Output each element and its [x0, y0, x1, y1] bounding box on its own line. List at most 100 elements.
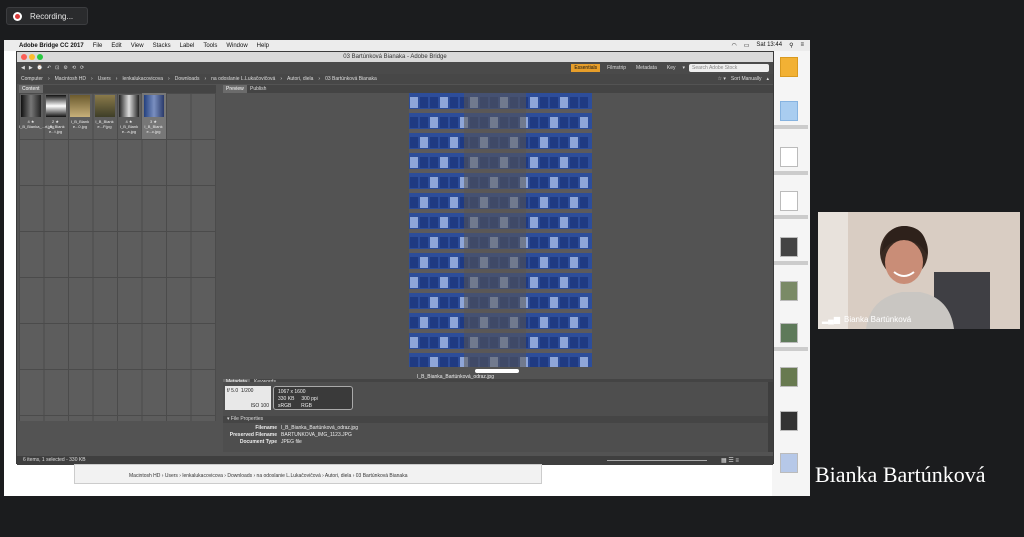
search-icon[interactable]: ⚲ — [789, 42, 793, 49]
breadcrumb-item[interactable]: Macintosh HD — [55, 76, 86, 82]
breadcrumb-item[interactable]: na odoslanie L.Lukačovičová — [211, 76, 275, 82]
section-title: File Properties — [230, 416, 264, 422]
image-file-icon[interactable] — [780, 281, 798, 301]
thumbnail-name: I_B_Biank e...a.jpg — [119, 124, 139, 134]
menu-stacks[interactable]: Stacks — [153, 43, 171, 49]
rotate-cw-icon[interactable]: ⟳ — [80, 65, 84, 71]
rotate-ccw-icon[interactable]: ⟲ — [72, 65, 76, 71]
workspace-metadata[interactable]: Metadata — [633, 64, 660, 72]
thumbnail-image — [119, 95, 139, 117]
recording-indicator[interactable]: Recording... — [6, 7, 88, 25]
thumbnail-size-slider[interactable] — [607, 460, 707, 461]
refine-icon[interactable]: ⚙ — [63, 65, 67, 71]
document-icon[interactable] — [780, 191, 798, 211]
filter-icon[interactable]: ☆ ▾ — [718, 76, 726, 82]
thumbnail-name: I_B_Biank e...0.jpg — [70, 119, 90, 129]
file-placard: 1067 x 1600 330 KB 300 ppi sRGB RGB — [273, 386, 353, 410]
thumbnail-image — [94, 95, 115, 117]
thumbnail[interactable]: 2 ★ I_B_Biank e...t.jpg — [44, 93, 68, 139]
tab-content[interactable]: Content — [19, 85, 43, 93]
image-file-icon[interactable] — [780, 411, 798, 431]
fstop-value: f/ 5.0 — [227, 388, 239, 394]
file-properties-section[interactable]: ▾ File Properties — [223, 416, 773, 423]
clock[interactable]: Sat 13:44 — [756, 42, 782, 49]
finder-path: Macintosh HD › Users › lenkalukacovicova… — [129, 473, 408, 479]
menu-label[interactable]: Label — [180, 43, 195, 49]
property-row: Filename I_B_Bianka_Bartúnková_odraz.jpg — [223, 425, 523, 432]
thumbnail-image — [143, 95, 164, 117]
wifi-icon[interactable]: ◠ — [731, 42, 736, 49]
metadata-scrollbar[interactable] — [768, 382, 773, 452]
menu-list-icon[interactable]: ≡ — [800, 42, 804, 49]
thumbnail[interactable]: I_B_Biank e...0.jpg — [68, 93, 92, 139]
property-value: BARTUNKOVA_IMG_1123.JPG — [281, 432, 352, 438]
breadcrumb-item[interactable]: Downloads — [175, 76, 200, 82]
workspace-dropdown-icon[interactable]: ▾ — [682, 65, 685, 71]
app-menu[interactable]: Adobe Bridge CC 2017 — [19, 43, 84, 49]
property-row: Document Type JPEG file — [223, 439, 523, 446]
forward-icon[interactable]: ▶ — [29, 65, 33, 71]
menu-tools[interactable]: Tools — [203, 43, 217, 49]
page-dots[interactable] — [475, 369, 519, 373]
property-label: Document Type — [239, 439, 277, 445]
thumbnail[interactable]: I_B_Biank e...P.jpg — [93, 93, 117, 139]
participant-name: Bianka Bartúnková — [843, 315, 912, 324]
desktop-folder-icon[interactable] — [780, 57, 798, 77]
breadcrumb-item[interactable]: Computer — [21, 76, 43, 82]
get-photos-icon[interactable]: ⊡ — [55, 65, 59, 71]
metadata-panel: f/ 5.0 1/200 ISO 100 1067 x 1600 330 KB … — [223, 382, 773, 452]
thumbnail[interactable]: 4 ★ I_B_Bianka_...n.jpg — [19, 93, 54, 139]
rotate-left-icon[interactable]: ↶ — [47, 65, 51, 71]
breadcrumb: Computer › Macintosh HD › Users › lenkaluka… — [17, 74, 773, 84]
sort-menu[interactable]: Sort Manually — [731, 76, 762, 82]
breadcrumb-item[interactable]: 03 Bartúnková Bianaka — [325, 76, 377, 82]
desktop-icons — [772, 51, 810, 496]
image-file-icon[interactable] — [780, 323, 798, 343]
image-file-icon[interactable] — [780, 367, 798, 387]
recent-icon[interactable]: ⌚ — [37, 65, 43, 71]
menu-edit[interactable]: Edit — [111, 43, 121, 49]
content-panel-header: Content — [19, 85, 216, 93]
menu-window[interactable]: Window — [226, 43, 247, 49]
close-icon[interactable] — [21, 54, 27, 60]
workspace-filmstrip[interactable]: Filmstrip — [604, 64, 629, 72]
menu-help[interactable]: Help — [257, 43, 269, 49]
menu-view[interactable]: View — [131, 43, 144, 49]
breadcrumb-item[interactable]: Autori, diela — [287, 76, 313, 82]
tab-preview[interactable]: Preview — [223, 85, 247, 93]
image-file-icon[interactable] — [780, 453, 798, 473]
battery-icon[interactable]: ▭ — [744, 42, 750, 49]
thumbnail[interactable]: 4 ★ I_B_Biank e...a.jpg — [117, 93, 141, 139]
resolution-value: 300 ppi — [301, 396, 318, 402]
colormode-value: RGB — [301, 403, 312, 409]
desktop-folder-icon[interactable] — [780, 101, 798, 121]
file-properties-list: Filename I_B_Bianka_Bartúnková_odraz.jpg … — [223, 425, 523, 446]
iso-value: ISO 100 — [250, 403, 269, 409]
window-title: 03 Bartúnková Bianaka - Adobe Bridge — [343, 54, 447, 60]
thumbnail-selected[interactable]: 3 ★ I_B_Biank e...c.jpg — [141, 93, 166, 139]
content-grid: 4 ★ I_B_Bianka_...n.jpg 2 ★ I_B_Biank e.… — [19, 93, 216, 421]
back-icon[interactable]: ◀ — [21, 65, 25, 71]
tab-publish[interactable]: Publish — [247, 85, 270, 93]
recording-label: Recording... — [30, 11, 74, 21]
filesize-value: 330 KB — [278, 396, 295, 402]
breadcrumb-item[interactable]: Users — [98, 76, 111, 82]
zoom-icon[interactable] — [37, 54, 43, 60]
menu-file[interactable]: File — [93, 43, 103, 49]
speaker-caption: Bianka Bartúnková — [815, 462, 986, 487]
preview-image — [409, 93, 592, 367]
sort-ascending-icon[interactable]: ▴ — [766, 76, 769, 82]
workspace-key[interactable]: Key — [664, 64, 679, 72]
search-input[interactable]: Search Adobe Stock — [689, 64, 769, 72]
property-value: JPEG file — [281, 439, 302, 445]
minimize-icon[interactable] — [29, 54, 35, 60]
view-mode-icons[interactable]: ▦ ☰ ≡ — [721, 457, 739, 466]
document-icon[interactable] — [780, 147, 798, 167]
finder-window-behind: Macintosh HD › Users › lenkalukacovicova… — [74, 464, 542, 484]
camera-placard: f/ 5.0 1/200 ISO 100 — [225, 386, 271, 410]
colorprofile-value: sRGB — [278, 403, 292, 409]
image-file-icon[interactable] — [780, 237, 798, 257]
workspace-essentials[interactable]: Essentials — [571, 64, 601, 72]
breadcrumb-item[interactable]: lenkalukacovicova — [122, 76, 163, 82]
preview-panel-header: Preview Publish — [223, 85, 773, 93]
